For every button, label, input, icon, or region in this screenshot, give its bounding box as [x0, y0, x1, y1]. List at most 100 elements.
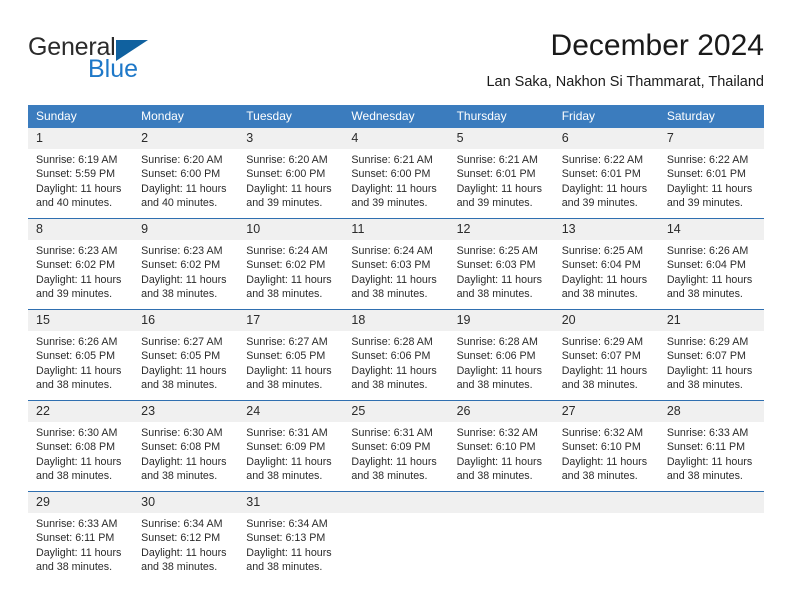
- day-details: Sunrise: 6:19 AM Sunset: 5:59 PM Daylight:…: [28, 149, 133, 210]
- day-number: 5: [448, 128, 554, 149]
- daylight-text-line1: Daylight: 11 hours: [36, 182, 122, 195]
- daylight-text-line1: Daylight: 11 hours: [141, 546, 227, 559]
- calendar-day-cell[interactable]: 4 Sunrise: 6:21 AM Sunset: 6:00 PM Daylight…: [343, 128, 449, 212]
- day-cell-content: 5 Sunrise: 6:21 AM Sunset: 6:01 PM Daylight…: [448, 128, 554, 212]
- day-number: 1: [28, 128, 134, 149]
- day-cell-content: 14 Sunrise: 6:26 AM Sunset: 6:04 PM Dayligh…: [658, 219, 764, 303]
- sunset-text: Sunset: 6:06 PM: [456, 350, 536, 363]
- day-details: Sunrise: 6:29 AM Sunset: 6:07 PM Daylight:…: [659, 331, 764, 392]
- day-details: Sunrise: 6:28 AM Sunset: 6:06 PM Daylight:…: [343, 331, 448, 392]
- day-cell-content: 23 Sunrise: 6:30 AM Sunset: 6:08 PM Dayligh…: [133, 401, 239, 485]
- calendar-day-cell[interactable]: 26 Sunrise: 6:32 AM Sunset: 6:10 PM Dayligh…: [448, 400, 554, 485]
- calendar-day-cell[interactable]: 18 Sunrise: 6:28 AM Sunset: 6:06 PM Dayligh…: [343, 309, 449, 394]
- day-cell-content: 3 Sunrise: 6:20 AM Sunset: 6:00 PM Daylight…: [238, 128, 344, 212]
- calendar-day-cell[interactable]: 30 Sunrise: 6:34 AM Sunset: 6:12 PM Dayligh…: [133, 491, 239, 576]
- brand-logo[interactable]: General Blue: [28, 32, 198, 90]
- sunrise-text: Sunrise: 6:26 AM: [666, 245, 749, 257]
- calendar-day-cell[interactable]: 5 Sunrise: 6:21 AM Sunset: 6:01 PM Daylight…: [448, 128, 554, 212]
- weekday-header-saturday: Saturday: [658, 105, 764, 128]
- day-number: 28: [658, 401, 764, 422]
- day-cell-content: [448, 492, 554, 576]
- calendar-day-cell[interactable]: 9 Sunrise: 6:23 AM Sunset: 6:02 PM Daylight…: [133, 218, 239, 303]
- sunset-text: Sunset: 6:00 PM: [246, 168, 326, 181]
- calendar-day-cell[interactable]: 2 Sunrise: 6:20 AM Sunset: 6:00 PM Daylight…: [133, 128, 239, 212]
- daylight-text-line1: Daylight: 11 hours: [561, 455, 648, 468]
- calendar-day-cell[interactable]: 25 Sunrise: 6:31 AM Sunset: 6:09 PM Dayligh…: [343, 400, 449, 485]
- sunrise-text: Sunrise: 6:30 AM: [36, 427, 118, 439]
- calendar-day-cell[interactable]: 11 Sunrise: 6:24 AM Sunset: 6:03 PM Dayligh…: [343, 218, 449, 303]
- sunset-text: Sunset: 6:05 PM: [246, 350, 326, 363]
- day-cell-content: 11 Sunrise: 6:24 AM Sunset: 6:03 PM Dayligh…: [343, 219, 449, 303]
- sunset-text: Sunset: 6:10 PM: [456, 441, 536, 454]
- day-number: 14: [658, 219, 764, 240]
- day-number: 12: [448, 219, 554, 240]
- calendar-day-cell: [448, 491, 554, 576]
- sunrise-text: Sunrise: 6:30 AM: [141, 427, 223, 439]
- page-title: December 2024: [550, 29, 764, 62]
- sunrise-text: Sunrise: 6:19 AM: [36, 154, 118, 166]
- weekday-header-wednesday: Wednesday: [343, 105, 449, 128]
- daylight-text-line1: Daylight: 11 hours: [351, 182, 437, 195]
- daylight-text-line2: and 38 minutes.: [246, 560, 323, 573]
- calendar-day-cell[interactable]: 8 Sunrise: 6:23 AM Sunset: 6:02 PM Daylight…: [28, 218, 134, 303]
- sunset-text: Sunset: 6:03 PM: [456, 259, 536, 272]
- day-number: 11: [343, 219, 449, 240]
- calendar-day-cell[interactable]: 13 Sunrise: 6:25 AM Sunset: 6:04 PM Dayligh…: [553, 218, 659, 303]
- day-cell-content: 27 Sunrise: 6:32 AM Sunset: 6:10 PM Dayligh…: [553, 401, 659, 485]
- calendar-day-cell[interactable]: 7 Sunrise: 6:22 AM Sunset: 6:01 PM Daylight…: [658, 128, 764, 212]
- calendar-day-cell[interactable]: 6 Sunrise: 6:22 AM Sunset: 6:01 PM Daylight…: [553, 128, 659, 212]
- daylight-text-line2: and 38 minutes.: [561, 378, 638, 391]
- sunset-text: Sunset: 6:12 PM: [141, 532, 221, 545]
- day-details: Sunrise: 6:30 AM Sunset: 6:08 PM Daylight:…: [133, 422, 238, 483]
- calendar-day-cell[interactable]: 19 Sunrise: 6:28 AM Sunset: 6:06 PM Dayligh…: [448, 309, 554, 394]
- day-details: Sunrise: 6:22 AM Sunset: 6:01 PM Daylight:…: [659, 149, 764, 210]
- calendar-day-cell[interactable]: 22 Sunrise: 6:30 AM Sunset: 6:08 PM Dayligh…: [28, 400, 134, 485]
- calendar-day-cell[interactable]: 17 Sunrise: 6:27 AM Sunset: 6:05 PM Dayligh…: [238, 309, 344, 394]
- daylight-text-line2: and 39 minutes.: [351, 196, 428, 209]
- calendar-day-cell[interactable]: 10 Sunrise: 6:24 AM Sunset: 6:02 PM Dayligh…: [238, 218, 344, 303]
- daylight-text-line2: and 38 minutes.: [141, 378, 218, 391]
- sunrise-text: Sunrise: 6:21 AM: [456, 154, 538, 166]
- sunrise-text: Sunrise: 6:20 AM: [246, 154, 328, 166]
- calendar-day-cell[interactable]: 23 Sunrise: 6:30 AM Sunset: 6:08 PM Dayligh…: [133, 400, 239, 485]
- day-details: Sunrise: 6:27 AM Sunset: 6:05 PM Daylight:…: [238, 331, 343, 392]
- calendar-day-cell[interactable]: 31 Sunrise: 6:34 AM Sunset: 6:13 PM Dayligh…: [238, 491, 344, 576]
- day-cell-content: 29 Sunrise: 6:33 AM Sunset: 6:11 PM Dayligh…: [28, 492, 134, 576]
- day-number: [343, 492, 449, 513]
- calendar-day-cell[interactable]: 27 Sunrise: 6:32 AM Sunset: 6:10 PM Dayligh…: [553, 400, 659, 485]
- calendar-day-cell[interactable]: 29 Sunrise: 6:33 AM Sunset: 6:11 PM Dayligh…: [28, 491, 134, 576]
- calendar-day-cell[interactable]: 14 Sunrise: 6:26 AM Sunset: 6:04 PM Dayligh…: [658, 218, 764, 303]
- day-cell-content: [658, 492, 764, 576]
- sunrise-text: Sunrise: 6:27 AM: [141, 336, 223, 348]
- daylight-text-line2: and 38 minutes.: [36, 378, 113, 391]
- day-number: 21: [658, 310, 764, 331]
- sunrise-text: Sunrise: 6:26 AM: [36, 336, 118, 348]
- calendar-day-cell[interactable]: 1 Sunrise: 6:19 AM Sunset: 5:59 PM Daylight…: [28, 128, 134, 212]
- sunrise-text: Sunrise: 6:34 AM: [141, 518, 223, 530]
- day-cell-content: 26 Sunrise: 6:32 AM Sunset: 6:10 PM Dayligh…: [448, 401, 554, 485]
- calendar-day-cell[interactable]: 3 Sunrise: 6:20 AM Sunset: 6:00 PM Daylight…: [238, 128, 344, 212]
- sunrise-text: Sunrise: 6:22 AM: [666, 154, 749, 166]
- sunset-text: Sunset: 6:02 PM: [246, 259, 326, 272]
- calendar-day-cell: [658, 491, 764, 576]
- day-number: 30: [133, 492, 239, 513]
- calendar-day-cell[interactable]: 16 Sunrise: 6:27 AM Sunset: 6:05 PM Dayligh…: [133, 309, 239, 394]
- calendar-day-cell[interactable]: 12 Sunrise: 6:25 AM Sunset: 6:03 PM Dayligh…: [448, 218, 554, 303]
- calendar-day-cell[interactable]: 20 Sunrise: 6:29 AM Sunset: 6:07 PM Dayligh…: [553, 309, 659, 394]
- day-details: Sunrise: 6:20 AM Sunset: 6:00 PM Daylight:…: [238, 149, 343, 210]
- page-subtitle: Lan Saka, Nakhon Si Thammarat, Thailand: [486, 74, 764, 90]
- calendar-day-cell[interactable]: 21 Sunrise: 6:29 AM Sunset: 6:07 PM Dayligh…: [658, 309, 764, 394]
- daylight-text-line1: Daylight: 11 hours: [36, 546, 122, 559]
- daylight-text-line2: and 39 minutes.: [561, 196, 638, 209]
- brand-name-blue: Blue: [88, 55, 139, 83]
- day-number: 24: [238, 401, 344, 422]
- daylight-text-line2: and 38 minutes.: [246, 378, 323, 391]
- calendar-day-cell[interactable]: 15 Sunrise: 6:26 AM Sunset: 6:05 PM Dayligh…: [28, 309, 134, 394]
- sunrise-text: Sunrise: 6:21 AM: [351, 154, 433, 166]
- day-details: Sunrise: 6:21 AM Sunset: 6:01 PM Daylight:…: [449, 149, 554, 210]
- day-number: 25: [343, 401, 449, 422]
- sunrise-text: Sunrise: 6:23 AM: [36, 245, 118, 257]
- daylight-text-line2: and 39 minutes.: [666, 196, 743, 209]
- calendar-day-cell[interactable]: 24 Sunrise: 6:31 AM Sunset: 6:09 PM Dayligh…: [238, 400, 344, 485]
- calendar-day-cell[interactable]: 28 Sunrise: 6:33 AM Sunset: 6:11 PM Dayligh…: [658, 400, 764, 485]
